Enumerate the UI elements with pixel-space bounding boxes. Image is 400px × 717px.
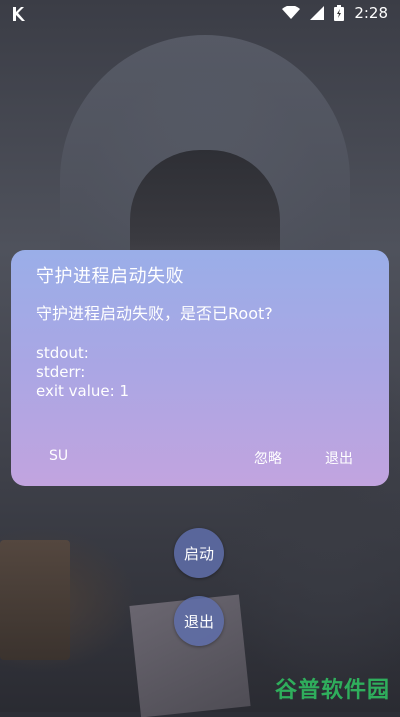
dialog-title: 守护进程启动失败	[36, 266, 184, 287]
ignore-button[interactable]: 忽略	[254, 448, 282, 468]
status-bar: 2:28	[0, 0, 400, 28]
signal-icon	[310, 6, 325, 20]
exit-value-line: exit value: 1	[36, 382, 129, 400]
error-dialog: 守护进程启动失败 守护进程启动失败，是否已Root? stdout: stder…	[11, 250, 389, 486]
su-button[interactable]: SU	[49, 448, 68, 464]
status-time: 2:28	[354, 4, 388, 22]
wifi-icon	[282, 6, 301, 19]
dialog-exit-button[interactable]: 退出	[325, 448, 353, 468]
dialog-output: stdout: stderr: exit value: 1	[36, 344, 129, 401]
exit-button[interactable]: 退出	[174, 596, 224, 646]
background-box	[0, 540, 70, 660]
dialog-message: 守护进程启动失败，是否已Root?	[36, 304, 273, 323]
stdout-line: stdout:	[36, 344, 89, 362]
battery-icon	[334, 5, 345, 21]
watermark-logo: 谷普软件园	[274, 678, 390, 703]
app-logo-icon	[13, 7, 25, 21]
stderr-line: stderr:	[36, 363, 86, 381]
start-button[interactable]: 启动	[174, 528, 224, 578]
